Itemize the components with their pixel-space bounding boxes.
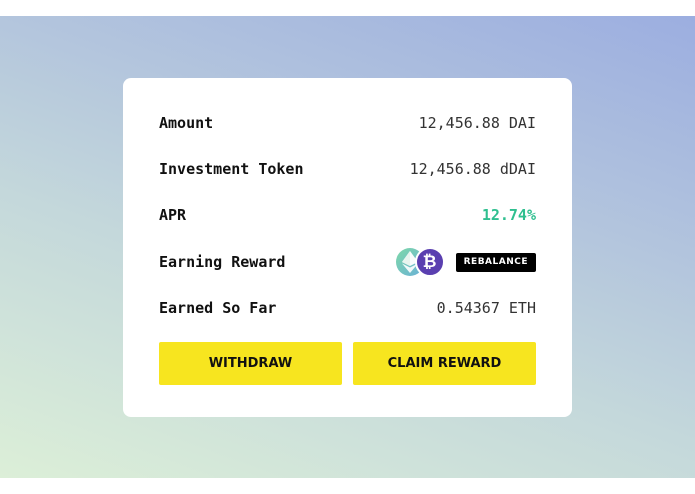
claim-reward-button[interactable]: CLAIM REWARD <box>353 342 536 385</box>
amount-value: 12,456.88 DAI <box>418 114 536 132</box>
bitcoin-glyph: ₿ <box>422 251 437 272</box>
earning-reward-label: Earning Reward <box>159 253 286 271</box>
withdraw-button[interactable]: WITHDRAW <box>159 342 342 385</box>
investment-token-label: Investment Token <box>159 160 304 178</box>
investment-token-value: 12,456.88 dDAI <box>409 160 536 178</box>
earned-so-far-value: 0.54367 ETH <box>436 299 536 317</box>
apr-value: 12.74% <box>481 206 536 224</box>
investment-details-card: Amount 12,456.88 DAI Investment Token 12… <box>123 78 572 417</box>
amount-label: Amount <box>159 114 214 132</box>
earning-reward-row: Earning Reward ₿ REBALANCE <box>159 247 536 277</box>
apr-row: APR 12.74% <box>159 203 536 227</box>
apr-label: APR <box>159 206 187 224</box>
rebalance-badge[interactable]: REBALANCE <box>455 252 536 272</box>
earned-so-far-row: Earned So Far 0.54367 ETH <box>159 296 536 320</box>
earning-reward-tokens: ₿ REBALANCE <box>395 247 536 277</box>
investment-token-row: Investment Token 12,456.88 dDAI <box>159 157 536 181</box>
earned-so-far-label: Earned So Far <box>159 299 277 317</box>
amount-row: Amount 12,456.88 DAI <box>159 111 536 135</box>
background-gradient: Amount 12,456.88 DAI Investment Token 12… <box>0 16 695 478</box>
bitcoin-icon: ₿ <box>414 247 445 277</box>
